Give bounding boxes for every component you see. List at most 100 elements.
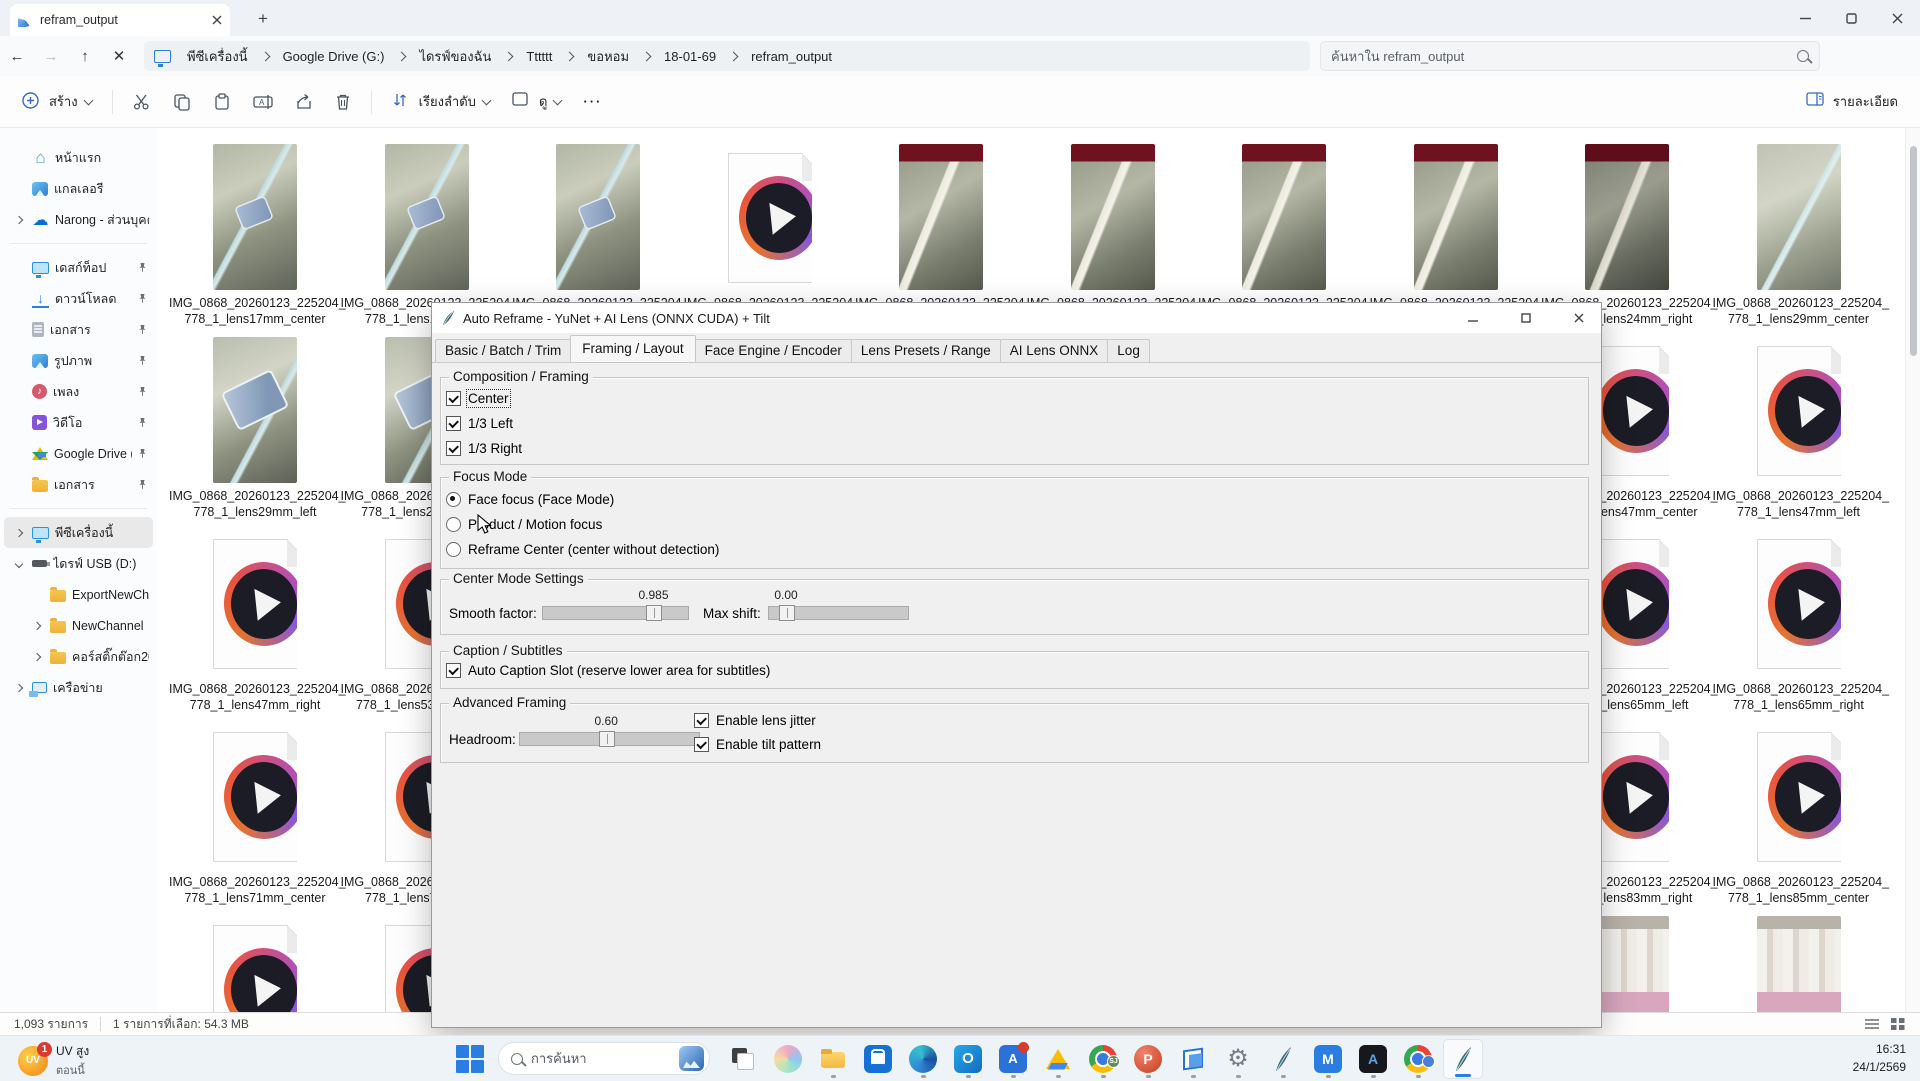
dialog-title-bar[interactable]: Auto Reframe - YuNet + AI Lens (ONNX CUD… (432, 303, 1601, 333)
video-file-tile[interactable]: IMG_0868_20260123_225204_778_1_lens71mm_… (169, 723, 341, 906)
checkbox-enable-tilt-pattern[interactable]: Enable tilt pattern (694, 737, 821, 752)
breadcrumb-item[interactable]: พีซีเครื่องนี้ (179, 44, 256, 69)
outlook-icon[interactable] (948, 1039, 988, 1079)
breadcrumb-item[interactable]: ขอหอม (579, 44, 637, 69)
sidebar-item--[interactable]: เอกสาร (4, 469, 153, 500)
sort-button[interactable]: เรียงลำดับ (384, 85, 498, 118)
weather-widget[interactable]: UV 1 UV สูงตอนนี้ (10, 1040, 97, 1081)
image-file-tile[interactable]: IMG_0868_20260123_225204_778_1_lens24mm_… (1541, 144, 1713, 327)
checkbox-1-3-right[interactable]: 1/3 Right (446, 441, 522, 456)
image-file-tile[interactable]: IMG_0868_20260123_225204_778_1_lens24mm_… (1198, 144, 1370, 327)
close-icon[interactable] (1874, 0, 1920, 36)
sidebar-item-newchannel[interactable]: NewChannel (22, 610, 153, 641)
sidebar-item--[interactable]: ⌂หน้าแรก (4, 142, 153, 173)
taskbar-search[interactable]: การค้นหา (498, 1042, 710, 1075)
file-explorer-icon[interactable] (813, 1039, 853, 1079)
checkbox-icon[interactable] (446, 391, 461, 406)
sidebar-item--[interactable]: ↓ดาวน์โหลด (4, 283, 153, 314)
checkbox-icon[interactable] (694, 737, 709, 752)
video-file-tile[interactable]: IMG_0868_20260123_225204_778_1_lens47mm_… (169, 530, 341, 713)
chrome-profile-1-icon[interactable]: SJ (1083, 1039, 1123, 1079)
chevron-right-icon[interactable] (12, 530, 26, 536)
paste-icon[interactable] (205, 87, 239, 117)
chevron-right-icon[interactable] (30, 623, 44, 629)
m-app-icon[interactable]: M (1308, 1039, 1348, 1079)
chevron-right-icon[interactable] (12, 217, 26, 223)
radio-face-focus-face-mode-[interactable]: Face focus (Face Mode) (446, 492, 614, 507)
dialog-maximize-icon[interactable] (1503, 303, 1548, 333)
video-file-tile[interactable]: IMG_0868_20260123_225204_778_1_lens47mm_… (1713, 337, 1885, 520)
dialog-tab-ai-lens-onnx[interactable]: AI Lens ONNX (1000, 339, 1109, 362)
checkbox-icon[interactable] (446, 441, 461, 456)
sidebar-item--[interactable]: เอกสาร (4, 314, 153, 345)
radio-icon[interactable] (446, 542, 461, 557)
back-icon[interactable]: ← (0, 41, 34, 71)
breadcrumb-item[interactable]: refram_output (743, 47, 840, 66)
sidebar-item--usb-d-[interactable]: ไดรฟ์ USB (D:) (4, 548, 153, 579)
view-button[interactable]: ดู (504, 85, 569, 118)
settings-icon[interactable]: ⚙ (1218, 1039, 1258, 1079)
dialog-minimize-icon[interactable] (1450, 303, 1495, 333)
headroom-knob[interactable] (599, 731, 615, 747)
vertical-scrollbar[interactable] (1905, 128, 1920, 1012)
headroom-slider[interactable] (519, 732, 700, 746)
chevron-down-icon[interactable] (12, 561, 26, 567)
sidebar-item--[interactable]: แกลเลอรี (4, 173, 153, 204)
presenter-app-icon[interactable] (1173, 1039, 1213, 1079)
stop-refresh-icon[interactable]: ✕ (102, 41, 136, 71)
remote-app-icon[interactable]: A (993, 1039, 1033, 1079)
image-file-tile[interactable]: IMG_0868_20260123_225204_778_1_lens24mm_… (1370, 144, 1542, 327)
maximize-icon[interactable] (1828, 0, 1874, 36)
dialog-tab-framing-layout[interactable]: Framing / Layout (570, 335, 695, 362)
image-file-tile[interactable]: IMG_0868_20260123_225204_778_1_lens17mm_… (512, 144, 684, 327)
sidebar-item--[interactable]: เดสก์ท็อป (4, 252, 153, 283)
breadcrumb-item[interactable]: 18-01-69 (656, 47, 724, 66)
sidebar-item-exportnewchanel[interactable]: ExportNewChanel (22, 579, 153, 610)
sidebar-item--[interactable]: วิดีโอ (4, 407, 153, 438)
checkbox-auto-caption-slot-reserve-lower-area-for-subtitles-[interactable]: Auto Caption Slot (reserve lower area fo… (446, 663, 770, 678)
scrollbar-thumb[interactable] (1910, 146, 1917, 356)
forward-icon[interactable]: → (34, 41, 68, 71)
checkbox-icon[interactable] (446, 663, 461, 678)
radio-icon[interactable] (446, 492, 461, 507)
breadcrumb-item[interactable]: Tttttt (518, 47, 560, 66)
sidebar-item--[interactable]: ♪เพลง (4, 376, 153, 407)
dialog-close-icon[interactable] (1556, 303, 1601, 333)
edge-icon[interactable] (903, 1039, 943, 1079)
adobe-app-icon[interactable]: A (1353, 1039, 1393, 1079)
chevron-right-icon[interactable] (12, 685, 26, 691)
checkbox-center[interactable]: Center (446, 391, 509, 406)
powerpoint-icon[interactable] (1128, 1039, 1168, 1079)
tab-close-icon[interactable] (212, 15, 222, 25)
sidebar-item--[interactable]: รูปภาพ (4, 345, 153, 376)
python-app-active-icon[interactable] (1443, 1039, 1483, 1079)
sidebar-item--[interactable]: พีซีเครื่องนี้ (4, 517, 153, 548)
image-file-tile[interactable]: IMG_0868_20260123_225204_778_1_lens29mm_… (1713, 144, 1885, 327)
google-drive-icon[interactable] (1038, 1039, 1078, 1079)
video-file-tile[interactable]: IMG_0868_20260123_225204_778_1_lens20mm_… (684, 144, 856, 327)
radio-reframe-center-center-without-detection-[interactable]: Reframe Center (center without detection… (446, 542, 719, 557)
microsoft-store-icon[interactable] (858, 1039, 898, 1079)
chevron-right-icon[interactable] (30, 654, 44, 660)
sidebar-item--2026[interactable]: คอร์สติ๊กต๊อก2026 (22, 641, 153, 672)
new-tab-button[interactable]: + (258, 10, 268, 27)
taskbar-clock[interactable]: 16:31 24/1/2569 (1853, 1040, 1906, 1076)
checkbox-enable-lens-jitter[interactable]: Enable lens jitter (694, 713, 816, 728)
copilot-icon[interactable] (768, 1039, 808, 1079)
delete-icon[interactable] (327, 87, 359, 117)
breadcrumb-item[interactable]: ไดรฟ์ของฉัน (411, 44, 499, 69)
python-app-icon[interactable] (1263, 1039, 1303, 1079)
image-file-tile[interactable]: IMG_0868_20260123_225204_778_1_lens20mm_… (855, 144, 1027, 327)
sidebar-item--[interactable]: เครือข่าย (4, 672, 153, 703)
max-shift-slider[interactable] (768, 606, 909, 620)
radio-product-motion-focus[interactable]: Product / Motion focus (446, 517, 602, 532)
new-button[interactable]: สร้าง (14, 85, 100, 118)
image-file-tile[interactable]: IMG_0868_20260123_225204_778_1_lens20mm_… (1027, 144, 1199, 327)
thumbnail-view-icon[interactable] (1890, 1017, 1906, 1031)
breadcrumb-item[interactable]: Google Drive (G:) (275, 47, 393, 66)
rename-icon[interactable]: A (245, 87, 281, 117)
image-file-tile[interactable]: IMG_0868_20260123_225204_778_1_lens29mm_… (169, 337, 341, 520)
dialog-tab-face-engine-encoder[interactable]: Face Engine / Encoder (695, 339, 852, 362)
dialog-tab-log[interactable]: Log (1107, 339, 1150, 362)
explorer-tab[interactable]: refram_output (10, 4, 230, 36)
